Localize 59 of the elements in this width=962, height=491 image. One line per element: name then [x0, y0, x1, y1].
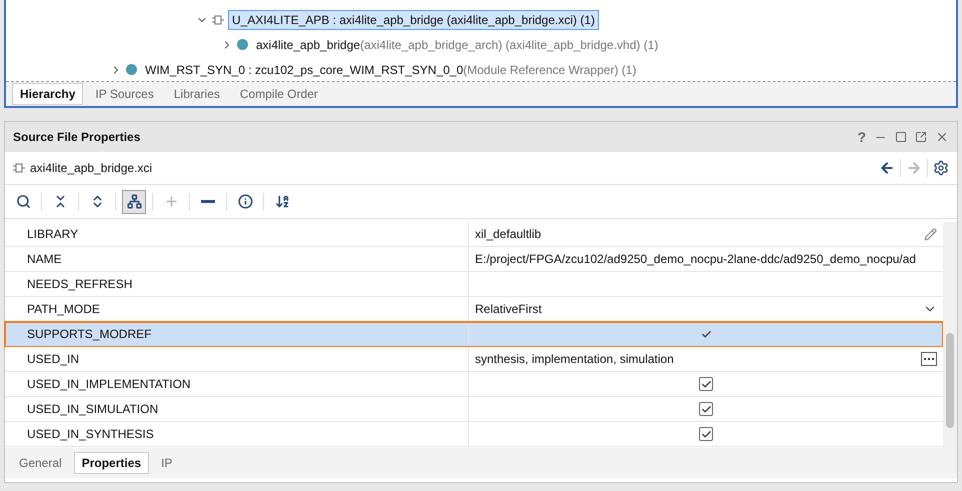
info-icon [238, 194, 252, 209]
property-name: SUPPORTS_MODREF [27, 327, 152, 341]
close-icon[interactable] [935, 130, 949, 144]
property-row[interactable]: USED_IN synthesis, implementation, simulation [5, 347, 943, 372]
check-mark-icon [700, 428, 712, 440]
panel-tab[interactable]: Compile Order [232, 83, 326, 105]
help-button[interactable]: ? [857, 129, 866, 145]
property-name: USED_IN_SYNTHESIS [27, 427, 154, 441]
edit-pencil-icon[interactable] [924, 228, 937, 240]
check-mark-icon [700, 378, 712, 390]
panel-tab[interactable]: IP Sources [87, 83, 162, 105]
property-name: PATH_MODE [27, 302, 100, 316]
panel-tab[interactable]: General [11, 452, 70, 474]
hierarchy-icon [126, 194, 142, 209]
property-row[interactable]: USED_IN_SIMULATION [5, 397, 943, 422]
property-value: xil_defaultlib [475, 227, 542, 241]
property-row[interactable]: NAME E:/project/FPGA/zcu102/ad9250_demo_nocpu-2lane-ddc/ad9250_demo_nocpu/ad [5, 247, 943, 272]
property-value: E:/project/FPGA/zcu102/ad9250_demo_nocpu-2lane-ddc/ad9250_demo_nocpu/ad [475, 252, 916, 266]
hierarchy-button[interactable] [122, 190, 146, 214]
property-name: NEEDS_REFRESH [27, 277, 132, 291]
tree-node[interactable]: WIM_RST_SYN_0 : zcu102_ps_core_WIM_RST_SYN_0_0(Module Reference Wrapper) (1) [141, 60, 640, 80]
property-name: LIBRARY [27, 227, 78, 241]
panel-tab[interactable]: Libraries [166, 83, 228, 105]
search-icon [16, 194, 30, 209]
property-value: synthesis, implementation, simulation [475, 352, 674, 366]
sort-icon [274, 194, 290, 209]
tree-node[interactable]: axi4lite_apb_bridge(axi4lite_apb_bridge_arch) (axi4lite_apb_bridge.vhd) (1) [252, 34, 662, 54]
panel-tab[interactable]: Hierarchy [12, 83, 84, 105]
property-row[interactable]: LIBRARY xil_defaultlib [5, 222, 943, 247]
browse-button[interactable] [921, 352, 937, 366]
scrollbar-thumb[interactable] [946, 333, 954, 428]
property-name: USED_IN_SIMULATION [27, 402, 158, 416]
property-value: RelativeFirst [475, 302, 542, 316]
settings-icon[interactable] [933, 160, 949, 176]
property-row[interactable]: PATH_MODE RelativeFirst [5, 297, 943, 322]
checkbox[interactable] [699, 427, 713, 441]
ip-core-icon [212, 14, 224, 26]
property-row[interactable]: SUPPORTS_MODREF [5, 322, 943, 347]
remove-icon [201, 200, 215, 203]
module-icon [126, 64, 137, 75]
panel-title: Source File Properties [13, 130, 140, 144]
property-row[interactable]: USED_IN_IMPLEMENTATION [5, 372, 943, 397]
maximize-icon[interactable] [895, 131, 907, 143]
checkbox[interactable] [699, 377, 713, 391]
property-row[interactable]: NEEDS_REFRESH [5, 272, 943, 297]
check-mark-icon [700, 404, 712, 414]
tree-node[interactable]: U_AXI4LITE_APB : axi4lite_apb_bridge (axi4lite_apb_bridge.xci) (1) [228, 10, 599, 30]
file-name: axi4lite_apb_bridge.xci [30, 161, 152, 175]
property-name: USED_IN [27, 352, 80, 366]
panel-tab[interactable]: Properties [74, 452, 150, 474]
ip-core-icon [13, 162, 25, 174]
float-icon[interactable] [915, 131, 927, 143]
add-icon [164, 194, 178, 209]
property-name: USED_IN_IMPLEMENTATION [27, 377, 191, 391]
property-row[interactable]: USED_IN_SYNTHESIS [5, 422, 943, 447]
panel-tab[interactable]: IP [153, 452, 180, 474]
module-icon [237, 39, 248, 50]
checkbox[interactable] [699, 402, 713, 416]
property-name: NAME [27, 252, 62, 266]
